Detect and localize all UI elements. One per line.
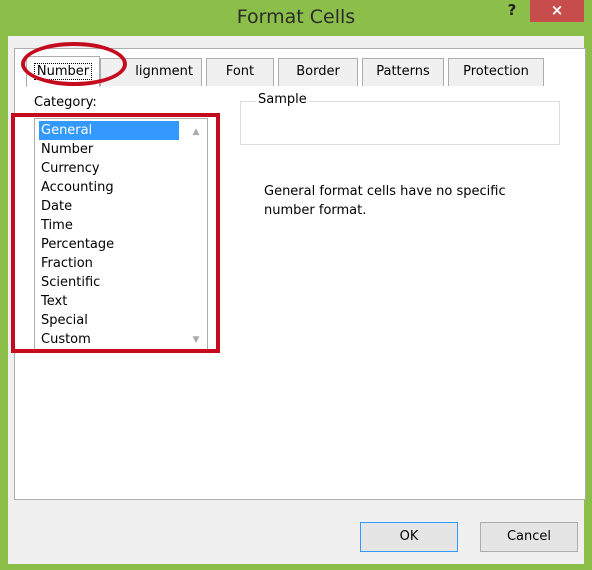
cancel-button[interactable]: Cancel [480, 522, 578, 552]
ok-button[interactable]: OK [360, 522, 458, 552]
title-bar: Format Cells ? × [0, 0, 592, 36]
format-description: General format cells have no specific nu… [264, 184, 506, 218]
tab-border[interactable]: Border [278, 58, 358, 86]
category-label: Category: [34, 95, 97, 110]
close-button[interactable]: × [530, 0, 584, 22]
highlight-rectangle-annotation [11, 113, 220, 353]
highlight-ellipse-annotation [21, 42, 127, 86]
help-button[interactable]: ? [500, 0, 524, 24]
tab-font-label: Font [225, 64, 255, 79]
tab-patterns[interactable]: Patterns [362, 58, 444, 86]
tab-alignment-label: lignment [135, 64, 193, 79]
tab-protection[interactable]: Protection [448, 58, 544, 86]
tab-border-label: Border [296, 64, 340, 79]
tab-protection-label: Protection [463, 64, 529, 79]
sample-label: Sample [256, 92, 309, 107]
tab-font[interactable]: Font [206, 58, 274, 86]
sample-box [240, 101, 560, 145]
tab-patterns-label: Patterns [376, 64, 430, 79]
